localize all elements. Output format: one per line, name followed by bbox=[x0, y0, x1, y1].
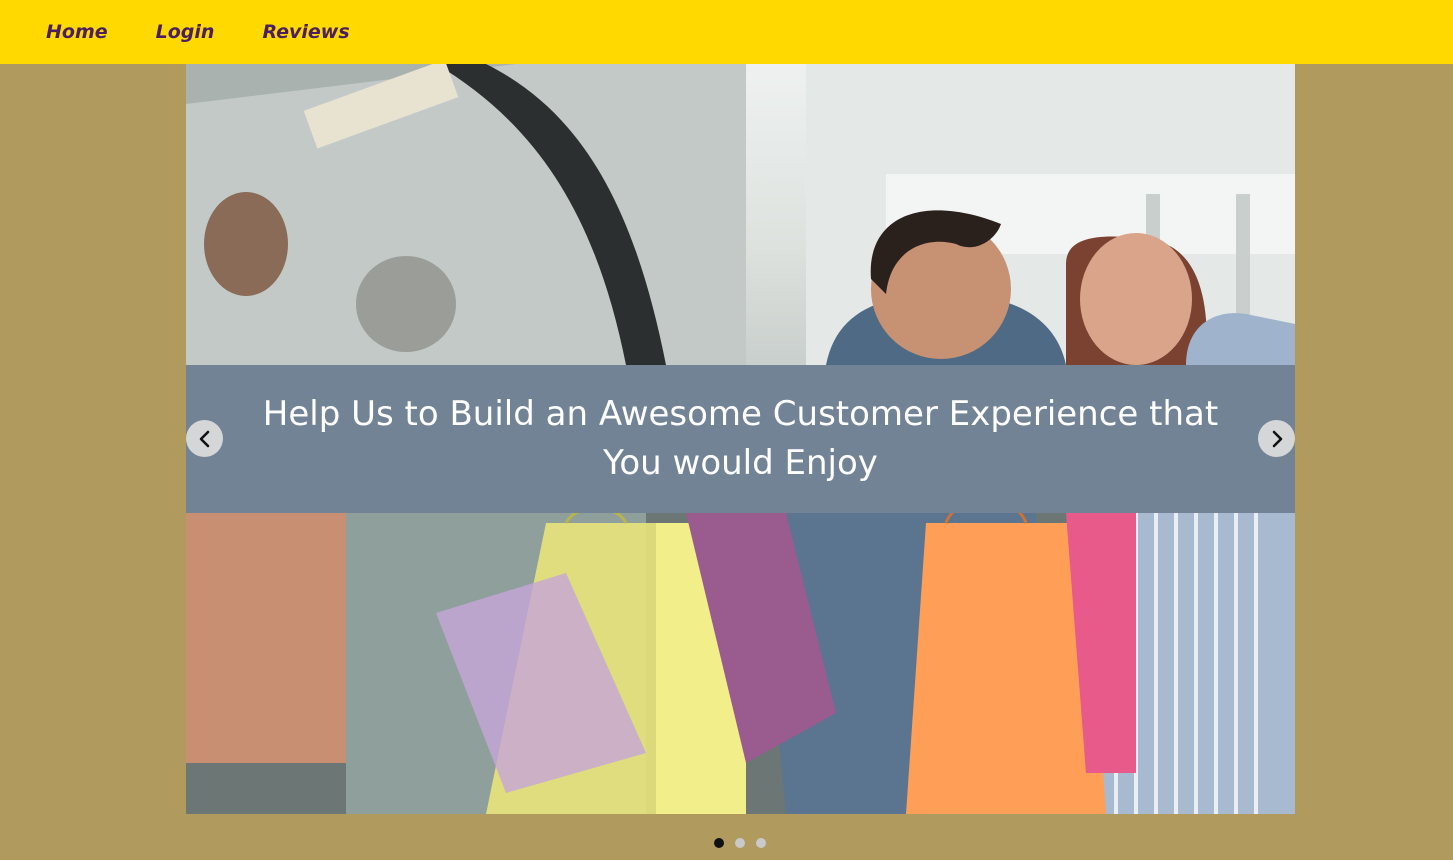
chevron-left-icon bbox=[199, 430, 209, 447]
carousel-prev-button[interactable] bbox=[186, 420, 223, 457]
shopping-couple-photo-bottom bbox=[186, 499, 1295, 814]
top-navbar: Home Login Reviews bbox=[0, 0, 1453, 64]
chevron-right-icon bbox=[1272, 430, 1282, 447]
carousel-next-button[interactable] bbox=[1258, 420, 1295, 457]
carousel-indicator-2[interactable] bbox=[735, 838, 745, 848]
carousel-indicator-1[interactable] bbox=[714, 838, 724, 848]
shopping-couple-photo-top bbox=[186, 64, 1295, 365]
hero-caption-text: Help Us to Build an Awesome Customer Exp… bbox=[262, 394, 1219, 483]
hero-carousel: Help Us to Build an Awesome Customer Exp… bbox=[186, 64, 1295, 814]
hero-caption: Help Us to Build an Awesome Customer Exp… bbox=[186, 365, 1295, 513]
carousel-indicators bbox=[714, 838, 766, 848]
hero-photo-top bbox=[186, 64, 1295, 365]
carousel-indicator-3[interactable] bbox=[756, 838, 766, 848]
nav-link-home[interactable]: Home bbox=[46, 21, 108, 43]
nav-link-reviews[interactable]: Reviews bbox=[262, 21, 349, 43]
hero-photo-bottom bbox=[186, 499, 1295, 814]
nav-link-login[interactable]: Login bbox=[156, 21, 215, 43]
